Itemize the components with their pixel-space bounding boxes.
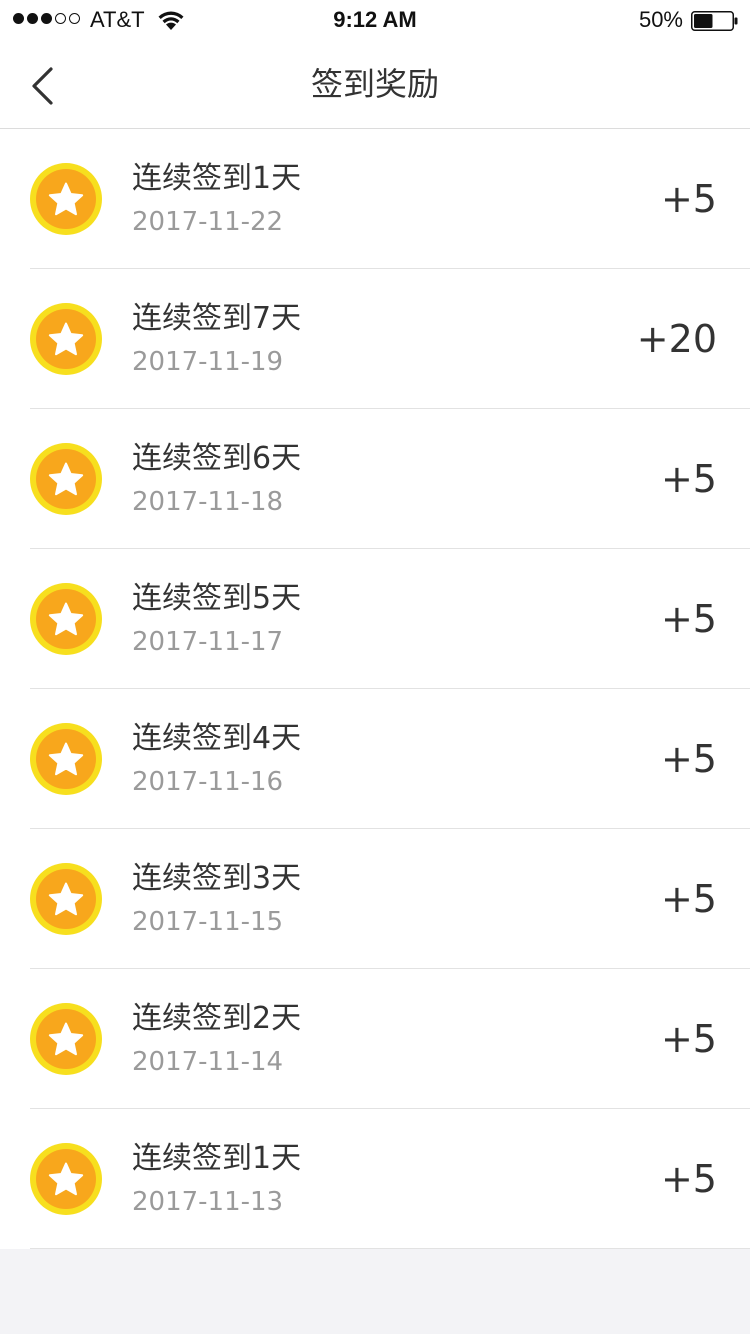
reward-date: 2017-11-17 [132, 627, 284, 657]
list-item[interactable]: 连续签到6天 2017-11-18 +5 [0, 409, 750, 549]
star-coin-icon [30, 1003, 102, 1075]
reward-points: +5 [660, 177, 717, 221]
reward-title: 连续签到1天 [132, 1141, 302, 1176]
reward-title: 连续签到3天 [132, 861, 302, 896]
reward-date: 2017-11-18 [132, 487, 284, 517]
star-coin-icon [30, 1143, 102, 1215]
reward-date: 2017-11-14 [132, 1047, 284, 1077]
reward-title: 连续签到1天 [132, 161, 302, 196]
star-coin-icon [30, 303, 102, 375]
battery-percentage: 50% [638, 7, 683, 32]
star-coin-icon [30, 723, 102, 795]
list-item[interactable]: 连续签到2天 2017-11-14 +5 [0, 969, 750, 1109]
reward-title: 连续签到2天 [132, 1001, 302, 1036]
reward-points: +20 [636, 317, 717, 361]
reward-points: +5 [660, 1157, 717, 1201]
star-coin-icon [30, 863, 102, 935]
reward-title: 连续签到7天 [132, 301, 302, 336]
reward-title: 连续签到5天 [132, 581, 302, 616]
reward-points: +5 [660, 457, 717, 501]
star-coin-icon [30, 163, 102, 235]
reward-points: +5 [660, 877, 717, 921]
list-item[interactable]: 连续签到5天 2017-11-17 +5 [0, 549, 750, 689]
reward-date: 2017-11-19 [132, 347, 284, 377]
reward-date: 2017-11-16 [132, 767, 284, 797]
reward-title: 连续签到6天 [132, 441, 302, 476]
reward-date: 2017-11-13 [132, 1187, 284, 1217]
list-item[interactable]: 连续签到7天 2017-11-19 +20 [0, 269, 750, 409]
divider [30, 1248, 750, 1249]
list-item[interactable]: 连续签到3天 2017-11-15 +5 [0, 829, 750, 969]
navigation-bar: 签到奖励 [0, 40, 750, 129]
list-item[interactable]: 连续签到1天 2017-11-22 +5 [0, 129, 750, 269]
status-bar: AT&T 9:12 AM 50% [0, 0, 750, 40]
reward-date: 2017-11-15 [132, 907, 284, 937]
reward-list: 连续签到1天 2017-11-22 +5 连续签到7天 2017-11-19 +20 连续签… [0, 129, 750, 1249]
status-time: 9:12 AM [333, 7, 417, 32]
list-item[interactable]: 连续签到4天 2017-11-16 +5 [0, 689, 750, 829]
reward-points: +5 [660, 1017, 717, 1061]
reward-page: AT&T 9:12 AM 50% 签到奖励 连续签到1天 2017-11-22 +5… [0, 0, 750, 1334]
reward-date: 2017-11-22 [132, 207, 284, 237]
star-coin-icon [30, 583, 102, 655]
reward-points: +5 [660, 737, 717, 781]
reward-points: +5 [660, 597, 717, 641]
battery-icon [691, 11, 738, 31]
page-title: 签到奖励 [310, 65, 439, 103]
list-item[interactable]: 连续签到1天 2017-11-13 +5 [0, 1109, 750, 1249]
star-coin-icon [30, 443, 102, 515]
reward-title: 连续签到4天 [132, 721, 302, 756]
